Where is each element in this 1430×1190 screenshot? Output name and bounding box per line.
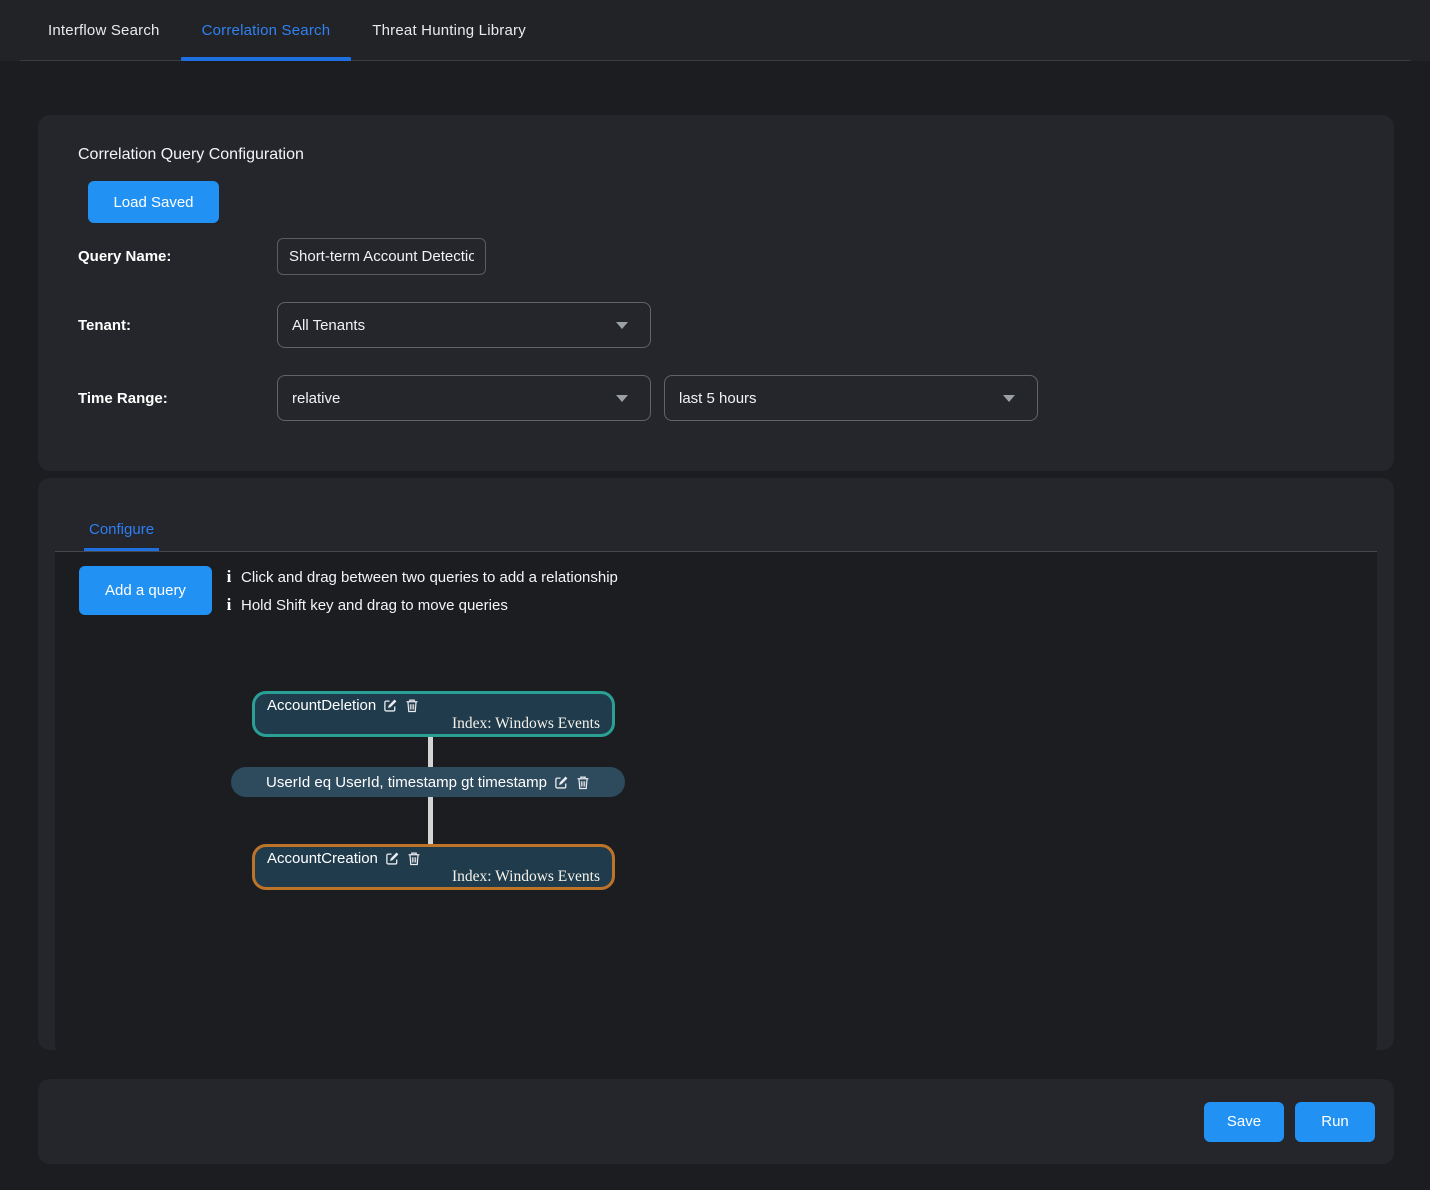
add-query-button[interactable]: Add a query: [79, 566, 212, 615]
delete-query-icon[interactable]: [405, 698, 419, 713]
node-title-row: AccountCreation: [267, 849, 600, 868]
edit-query-icon[interactable]: [383, 698, 398, 713]
query-node-name: AccountDeletion: [267, 696, 376, 715]
hint-move: i Hold Shift key and drag to move querie…: [223, 591, 618, 619]
node-title-row: AccountDeletion: [267, 696, 600, 715]
load-saved-button[interactable]: Load Saved: [88, 181, 219, 223]
query-node-account-creation[interactable]: AccountCreation: [252, 844, 615, 890]
tab-interflow-search[interactable]: Interflow Search: [27, 0, 181, 60]
query-name-label: Query Name:: [78, 248, 277, 265]
panel-title: Correlation Query Configuration: [78, 145, 1354, 165]
top-tab-bar: Interflow Search Correlation Search Thre…: [0, 0, 1430, 61]
time-range-value-value: last 5 hours: [679, 390, 1003, 407]
edit-relationship-icon[interactable]: [554, 775, 569, 790]
configure-panel: Configure Add a query i Click and drag b…: [38, 478, 1394, 1050]
tenant-row: Tenant: All Tenants: [78, 302, 1354, 348]
save-button[interactable]: Save: [1204, 1102, 1284, 1142]
query-node-index: Index: Windows Events: [267, 868, 600, 886]
relationship-label: UserId eq UserId, timestamp gt timestamp: [266, 774, 547, 791]
run-button[interactable]: Run: [1295, 1102, 1375, 1142]
hint-text: Click and drag between two queries to ad…: [241, 569, 618, 586]
tab-configure[interactable]: Configure: [84, 478, 159, 551]
chevron-down-icon: [616, 395, 628, 402]
tenant-select[interactable]: All Tenants: [277, 302, 651, 348]
chevron-down-icon: [1003, 395, 1015, 402]
delete-query-icon[interactable]: [407, 851, 421, 866]
relationship-pill[interactable]: UserId eq UserId, timestamp gt timestamp: [231, 767, 625, 797]
info-icon: i: [223, 595, 235, 615]
edit-query-icon[interactable]: [385, 851, 400, 866]
tenant-select-value: All Tenants: [292, 317, 616, 334]
correlation-query-configuration-panel: Correlation Query Configuration Load Sav…: [38, 115, 1394, 471]
time-range-type-select[interactable]: relative: [277, 375, 651, 421]
time-range-type-value: relative: [292, 390, 616, 407]
canvas-hints: i Click and drag between two queries to …: [223, 563, 618, 619]
chevron-down-icon: [616, 322, 628, 329]
query-graph-canvas[interactable]: Add a query i Click and drag between two…: [55, 551, 1377, 1050]
info-icon: i: [223, 567, 235, 587]
hint-relationship: i Click and drag between two queries to …: [223, 563, 618, 591]
configure-tab-bar: Configure: [38, 478, 1394, 551]
footer-action-bar: Save Run: [38, 1079, 1394, 1164]
delete-relationship-icon[interactable]: [576, 775, 590, 790]
tenant-label: Tenant:: [78, 317, 277, 334]
main-tabs: Interflow Search Correlation Search Thre…: [20, 0, 1410, 61]
hint-text: Hold Shift key and drag to move queries: [241, 597, 508, 614]
time-range-row: Time Range: relative last 5 hours: [78, 375, 1354, 421]
tab-threat-hunting-library[interactable]: Threat Hunting Library: [351, 0, 547, 60]
query-node-account-deletion[interactable]: AccountDeletion: [252, 691, 615, 737]
tab-correlation-search[interactable]: Correlation Search: [181, 0, 352, 60]
time-range-value-select[interactable]: last 5 hours: [664, 375, 1038, 421]
time-range-label: Time Range:: [78, 390, 277, 407]
query-node-index: Index: Windows Events: [267, 715, 600, 733]
query-name-input[interactable]: [277, 238, 486, 275]
query-name-row: Query Name:: [78, 238, 1354, 275]
query-node-name: AccountCreation: [267, 849, 378, 868]
page-content: Correlation Query Configuration Load Sav…: [0, 61, 1430, 1164]
